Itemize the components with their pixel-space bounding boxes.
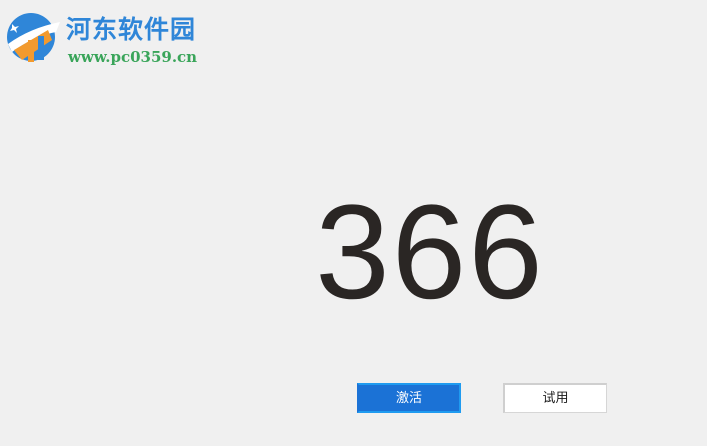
site-logo-icon	[7, 13, 60, 62]
remaining-count: 366	[315, 178, 545, 327]
trial-button[interactable]: 试用	[503, 383, 607, 413]
watermark-title: 河东软件园	[66, 15, 197, 44]
watermark-url: www.pc0359.cn	[68, 48, 198, 66]
activate-button[interactable]: 激活	[357, 383, 461, 413]
watermark: 河东软件园 www.pc0359.cn	[4, 8, 214, 70]
